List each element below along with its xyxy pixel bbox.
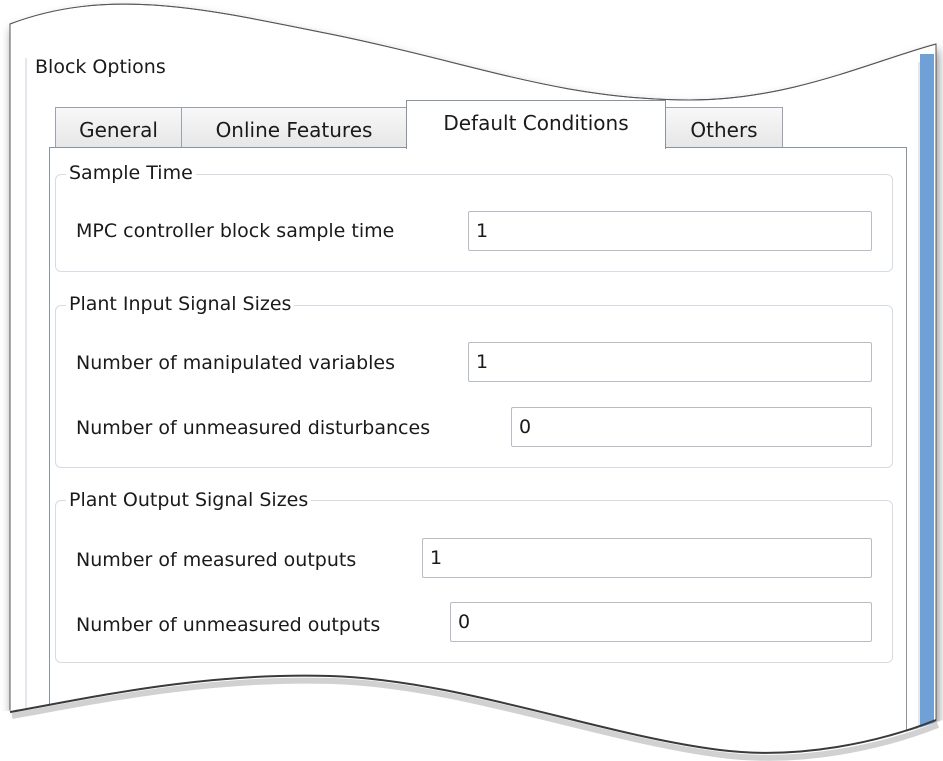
plant-output-legend: Plant Output Signal Sizes bbox=[66, 488, 312, 512]
plant-input-legend: Plant Input Signal Sizes bbox=[66, 292, 295, 316]
unmeasured-disturbances-label: Number of unmeasured disturbances bbox=[76, 417, 431, 439]
tab-online-features-label: Online Features bbox=[215, 118, 373, 142]
tab-general-label: General bbox=[79, 118, 158, 142]
block-options-title: Block Options bbox=[32, 55, 169, 79]
tab-default-conditions[interactable]: Default Conditions bbox=[406, 100, 666, 149]
unmeasured-outputs-label: Number of unmeasured outputs bbox=[76, 614, 381, 636]
measured-outputs-label: Number of measured outputs bbox=[76, 549, 357, 571]
sample-time-legend: Sample Time bbox=[66, 161, 196, 185]
block-sample-time-label: MPC controller block sample time bbox=[76, 220, 395, 242]
manipulated-variables-input[interactable] bbox=[468, 342, 872, 382]
manipulated-variables-label: Number of manipulated variables bbox=[76, 352, 396, 374]
unmeasured-disturbances-input[interactable] bbox=[511, 407, 872, 447]
tab-others-label: Others bbox=[690, 118, 758, 142]
measured-outputs-input[interactable] bbox=[422, 538, 872, 578]
block-sample-time-input[interactable] bbox=[468, 211, 872, 251]
tab-online-features[interactable]: Online Features bbox=[181, 107, 407, 148]
unmeasured-outputs-input[interactable] bbox=[450, 602, 872, 642]
tab-general[interactable]: General bbox=[55, 107, 182, 148]
tab-others[interactable]: Others bbox=[665, 107, 783, 148]
default-conditions-pane: Sample Time MPC controller block sample … bbox=[49, 147, 907, 748]
tab-default-conditions-label: Default Conditions bbox=[443, 111, 629, 135]
